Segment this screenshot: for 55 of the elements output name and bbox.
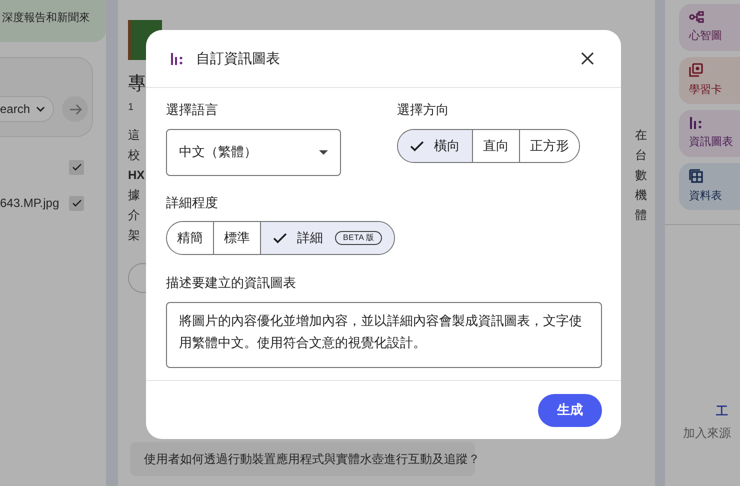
description-field[interactable]: 將圖片的內容優化並增加內容，並以詳細內容會製成資訊圖表，文字使用繁體中文。使用符合文意的視覺化設計。 bbox=[166, 302, 602, 368]
notebook-title: 專 bbox=[128, 72, 146, 95]
option-label: 精簡 bbox=[177, 229, 203, 248]
empty-hint: 加入來源 bbox=[682, 425, 731, 442]
source-count: 1 bbox=[128, 101, 134, 115]
summary-fragment: 這 bbox=[128, 127, 141, 144]
field-label: 選擇方向 bbox=[397, 101, 450, 119]
table-icon bbox=[689, 168, 703, 183]
arrow-right-icon bbox=[68, 104, 82, 114]
generate-button[interactable]: 生成 bbox=[538, 394, 602, 426]
summary-fragment: 體 bbox=[635, 207, 647, 224]
dialog-title: 自訂資訊圖表 bbox=[196, 49, 280, 68]
summary-fragment: 校 bbox=[128, 147, 141, 164]
summary-fragment: 台 bbox=[635, 147, 647, 164]
studio-tool-card[interactable]: 學習卡 bbox=[679, 57, 740, 104]
check-icon bbox=[70, 161, 82, 173]
nodes-icon bbox=[689, 10, 705, 23]
source-checkbox[interactable] bbox=[69, 196, 84, 210]
option-label: 正方形 bbox=[530, 136, 569, 155]
option-label: 標準 bbox=[224, 229, 250, 248]
suggested-question[interactable]: 使用者如何透過行動裝置應用程式與實體水壺進行互動及追蹤？ bbox=[130, 442, 475, 476]
summary-fragment: HX bbox=[128, 167, 145, 184]
summary-fragment: 架 bbox=[128, 227, 141, 244]
source-checkbox[interactable] bbox=[69, 160, 84, 174]
empty-title: 工 bbox=[716, 403, 728, 420]
search-mode-dropdown[interactable]: earch bbox=[0, 96, 54, 122]
field-label: 選擇語言 bbox=[166, 101, 219, 119]
summary-fragment: 在 bbox=[635, 127, 647, 144]
close-icon bbox=[580, 52, 594, 65]
dropdown-caret-icon bbox=[319, 150, 328, 154]
chevron-down-icon bbox=[36, 106, 46, 112]
field-label: 描述要建立的資訊圖表 bbox=[166, 274, 297, 292]
field-label: 詳細程度 bbox=[166, 194, 219, 212]
submit-button[interactable] bbox=[62, 96, 88, 122]
segment-option[interactable]: 正方形 bbox=[519, 130, 579, 162]
bars-icon bbox=[689, 116, 703, 129]
segment-option[interactable]: 詳細 BETA 版 bbox=[260, 222, 394, 254]
source-name: 643.MP.jpg bbox=[0, 195, 60, 212]
language-select[interactable]: 中文（繁體） bbox=[166, 128, 341, 176]
summary-fragment: 機 bbox=[635, 187, 647, 204]
summary-fragment: 數 bbox=[635, 167, 647, 184]
segment-option[interactable]: 橫向 bbox=[398, 130, 472, 162]
studio-tool-card[interactable]: 心智圖 bbox=[679, 4, 740, 51]
option-label: 橫向 bbox=[434, 136, 460, 155]
summary-fragment: 據 bbox=[128, 187, 141, 204]
source-card-text: 深度報告和新聞來 bbox=[2, 10, 90, 26]
beta-badge: BETA 版 bbox=[335, 231, 382, 245]
check-icon bbox=[70, 197, 82, 209]
option-label: 直向 bbox=[483, 136, 509, 155]
cards-icon bbox=[689, 62, 703, 77]
summary-fragment: 介 bbox=[128, 207, 141, 224]
studio-tool-card[interactable]: 資料表 bbox=[679, 163, 740, 210]
studio-tool-card[interactable]: 資訊圖表 bbox=[679, 110, 740, 157]
bars-icon bbox=[170, 52, 184, 64]
option-label: 詳細 bbox=[297, 229, 323, 248]
